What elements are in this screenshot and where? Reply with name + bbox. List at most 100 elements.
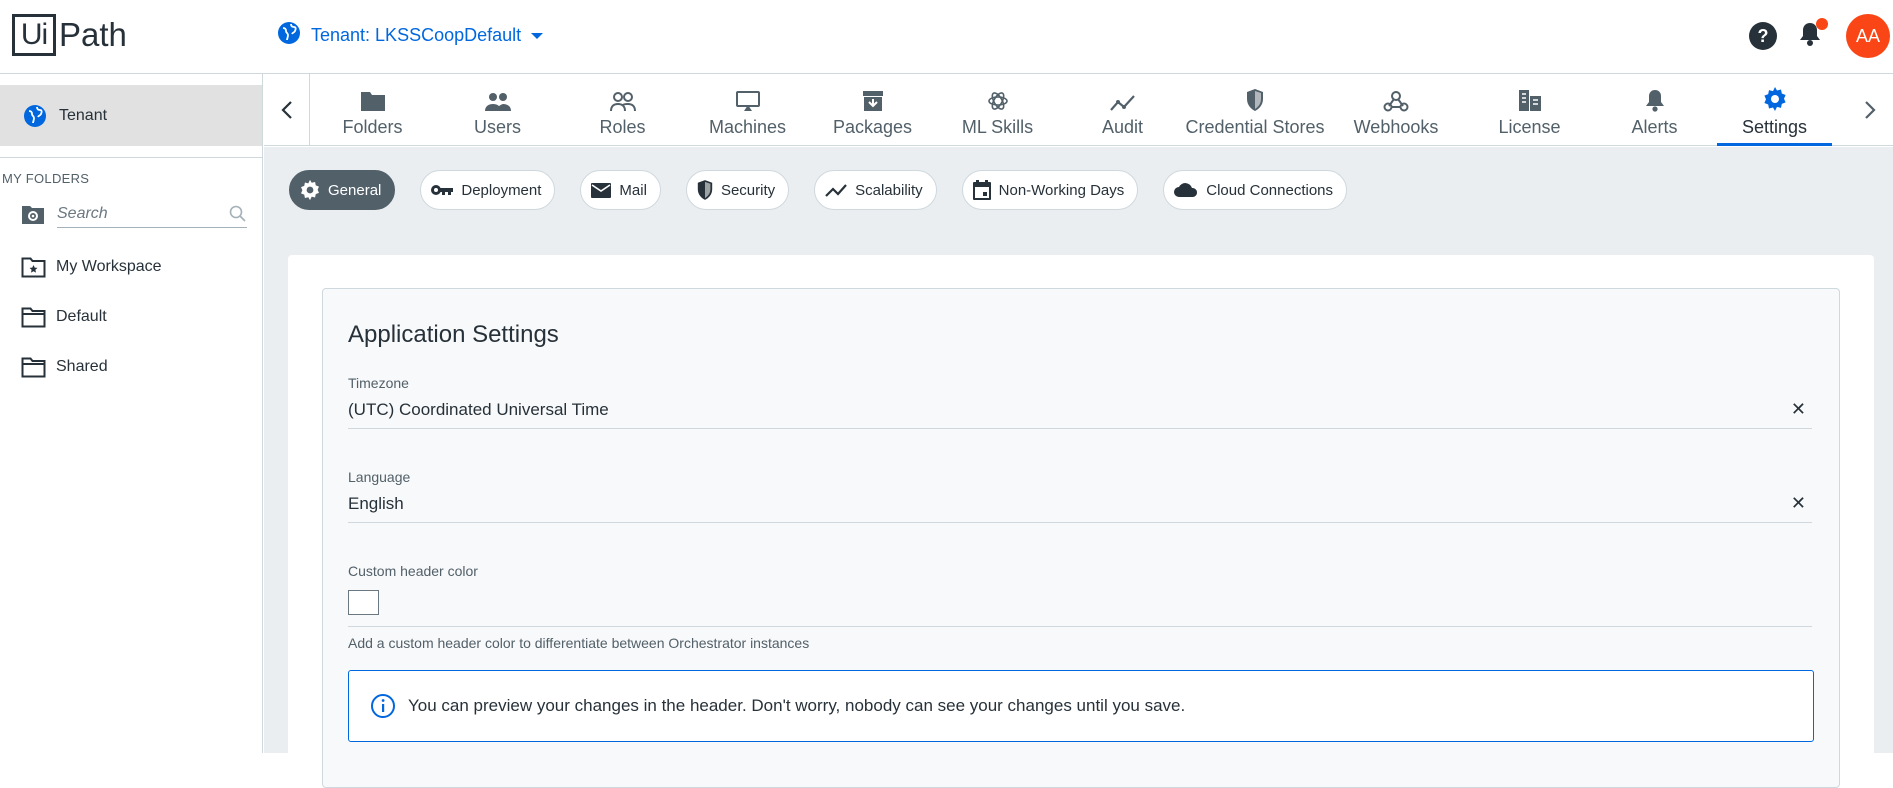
folder-icon	[360, 92, 385, 111]
help-icon[interactable]: ?	[1749, 22, 1777, 50]
tab-label: Folders	[342, 117, 403, 137]
tab-users[interactable]: Users	[435, 74, 560, 146]
chevron-left-icon	[280, 100, 292, 119]
chip-label: Security	[720, 181, 776, 199]
sidebar-item-my-workspace[interactable]: My Workspace	[0, 242, 262, 292]
folder-search: Search	[21, 200, 262, 228]
tab-settings[interactable]: Settings	[1717, 74, 1832, 146]
license-icon	[1518, 90, 1541, 111]
machine-icon	[735, 91, 760, 111]
folder-label: My Workspace	[56, 258, 162, 275]
settings-tab-mail[interactable]: Mail	[580, 170, 661, 210]
sidebar-item-shared[interactable]: Shared	[0, 342, 262, 392]
timezone-select[interactable]: (UTC) Coordinated Universal Time ✕	[348, 391, 1812, 429]
header-color-label: Custom header color	[348, 563, 478, 579]
cloud-icon	[1174, 183, 1198, 197]
search-input[interactable]: Search	[57, 200, 247, 228]
logo-box: Ui	[12, 14, 56, 56]
tab-label: ML Skills	[961, 117, 1034, 137]
sidebar-item-label: Tenant	[59, 106, 108, 124]
folder-locate-icon[interactable]	[21, 203, 45, 225]
mail-icon	[591, 182, 612, 198]
globe-icon	[24, 104, 46, 127]
tab-roles[interactable]: Roles	[560, 74, 685, 146]
chip-label: Non-Working Days	[998, 181, 1125, 199]
language-select[interactable]: English ✕	[348, 485, 1812, 523]
header-color-field: Custom header color Add a custom header …	[348, 563, 1812, 651]
chevron-down-icon	[531, 32, 544, 39]
roles-icon	[609, 92, 636, 112]
tab-label: Webhooks	[1353, 117, 1439, 137]
tenant-switcher[interactable]: Tenant: LKSSCoopDefault	[277, 21, 544, 50]
folder-label: Shared	[56, 358, 108, 375]
settings-card: Application Settings Timezone (UTC) Coor…	[288, 255, 1874, 788]
tab-audit[interactable]: Audit	[1060, 74, 1185, 146]
search-icon[interactable]	[229, 205, 247, 223]
key-icon	[431, 185, 454, 195]
settings-tab-security[interactable]: Security	[685, 170, 790, 210]
header-color-helper: Add a custom header color to differentia…	[348, 635, 810, 651]
tenant-name: Tenant: LKSSCoopDefault	[311, 25, 522, 45]
search-placeholder: Search	[57, 204, 108, 222]
divider	[0, 157, 262, 158]
main-content: General Deployment Mail Security Scalabi…	[264, 147, 1893, 788]
trend-icon	[825, 184, 847, 197]
ml-skills-icon	[987, 92, 1008, 110]
gear-icon	[1763, 87, 1786, 111]
tab-folders[interactable]: Folders	[310, 74, 435, 146]
settings-tabs: General Deployment Mail Security Scalabi…	[289, 170, 1372, 210]
gear-icon	[301, 179, 319, 201]
tab-label: Users	[473, 117, 521, 137]
settings-tab-scalability[interactable]: Scalability	[814, 170, 937, 210]
chip-label: Deployment	[461, 181, 542, 199]
folder-label: Default	[56, 308, 107, 325]
timezone-label: Timezone	[348, 375, 409, 391]
notifications-button[interactable]	[1798, 17, 1828, 52]
tab-label: Settings	[1741, 117, 1808, 137]
tab-alerts[interactable]: Alerts	[1592, 74, 1717, 146]
color-picker-swatch[interactable]	[348, 590, 379, 615]
clear-icon[interactable]: ✕	[1791, 493, 1806, 514]
info-message: You can preview your changes in the head…	[408, 696, 1186, 715]
info-icon	[371, 694, 395, 718]
folder-icon	[21, 357, 46, 378]
globe-icon	[277, 21, 301, 50]
tab-ml-skills[interactable]: ML Skills	[935, 74, 1060, 146]
bell-icon	[1645, 90, 1664, 112]
tab-machines[interactable]: Machines	[685, 74, 810, 146]
settings-tab-deployment[interactable]: Deployment	[420, 170, 556, 210]
chip-label: General	[328, 181, 382, 199]
info-alert: You can preview your changes in the head…	[348, 670, 1814, 742]
scroll-left-button[interactable]	[264, 74, 310, 145]
settings-tab-cloud-connections[interactable]: Cloud Connections	[1163, 170, 1348, 210]
tab-label: Packages	[832, 117, 913, 137]
user-avatar[interactable]: AA	[1846, 14, 1890, 58]
uipath-logo[interactable]: Ui Path	[12, 14, 127, 56]
workspace-folder-icon	[21, 257, 46, 278]
tab-label: Machines	[708, 117, 787, 137]
settings-tab-non-working-days[interactable]: Non-Working Days	[961, 170, 1139, 210]
clear-icon[interactable]: ✕	[1791, 399, 1806, 420]
tab-packages[interactable]: Packages	[810, 74, 935, 146]
chip-label: Scalability	[855, 181, 923, 199]
timezone-field: Timezone (UTC) Coordinated Universal Tim…	[348, 375, 1812, 429]
tab-credential-stores[interactable]: Credential Stores	[1185, 74, 1325, 146]
tab-label: Audit	[1101, 117, 1144, 137]
chip-label: Mail	[619, 181, 647, 199]
tab-label: Alerts	[1631, 117, 1678, 137]
tab-webhooks[interactable]: Webhooks	[1325, 74, 1467, 146]
sidebar: Tenant MY FOLDERS Search My Workspace De…	[0, 74, 263, 753]
chip-label: Cloud Connections	[1206, 181, 1334, 199]
folder-icon	[21, 307, 46, 328]
tab-label: Credential Stores	[1185, 117, 1325, 137]
sidebar-item-default[interactable]: Default	[0, 292, 262, 342]
tab-license[interactable]: License	[1467, 74, 1592, 146]
folders-heading: MY FOLDERS	[2, 171, 90, 186]
package-icon	[862, 91, 883, 111]
timezone-value: (UTC) Coordinated Universal Time	[348, 399, 609, 419]
app-header: Ui Path Tenant: LKSSCoopDefault ? AA	[0, 0, 1893, 74]
scroll-right-button[interactable]	[1847, 74, 1893, 145]
sidebar-item-tenant[interactable]: Tenant	[0, 85, 262, 146]
settings-tab-general[interactable]: General	[289, 170, 396, 210]
tab-label: Roles	[599, 117, 646, 137]
